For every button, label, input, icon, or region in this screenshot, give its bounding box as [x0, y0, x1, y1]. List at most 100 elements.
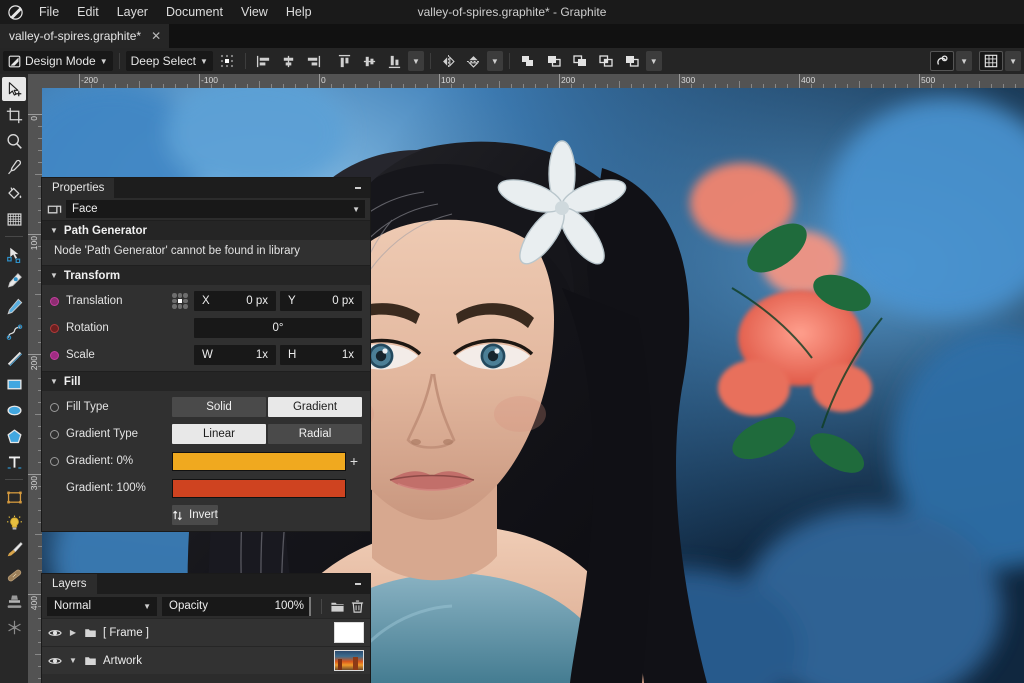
parameter-dot-icon[interactable]	[50, 323, 59, 333]
gradient-tool[interactable]	[2, 207, 26, 231]
menu-item-view[interactable]: View	[232, 0, 277, 24]
align-left-button[interactable]	[252, 51, 275, 71]
document-tab[interactable]: valley-of-spires.graphite* ✕	[0, 24, 170, 48]
spline-tool[interactable]	[2, 320, 26, 344]
heal-tool[interactable]	[2, 563, 26, 587]
parameter-dot-icon[interactable]	[50, 402, 59, 412]
imaginate-tool[interactable]	[2, 511, 26, 535]
menu-item-edit[interactable]: Edit	[68, 0, 108, 24]
flip-horizontal-button[interactable]	[437, 51, 460, 71]
align-middle-vertical-button[interactable]	[358, 51, 381, 71]
text-tool[interactable]	[2, 450, 26, 474]
fill-tool[interactable]	[2, 181, 26, 205]
polygon-tool[interactable]	[2, 424, 26, 448]
boolean-options-button[interactable]: ▼	[645, 51, 662, 71]
kebab-menu-icon[interactable]	[350, 178, 366, 198]
align-options-button[interactable]: ▼	[407, 51, 424, 71]
boolean-intersect-button[interactable]	[594, 51, 618, 71]
delete-layer-button[interactable]	[350, 599, 365, 614]
grid-button[interactable]	[979, 51, 1004, 71]
boolean-difference-button[interactable]	[620, 51, 644, 71]
align-bottom-button[interactable]	[383, 51, 406, 71]
pivot-anchor-button[interactable]	[215, 51, 239, 71]
ruler-vertical[interactable]: 0100200300400500	[28, 88, 42, 683]
fill-type-row: Fill Type Solid Gradient	[50, 396, 362, 418]
clone-tool[interactable]	[2, 589, 26, 613]
navigate-tool[interactable]	[2, 129, 26, 153]
trash-icon	[351, 599, 364, 613]
translation-y-field[interactable]: Y 0 px	[280, 291, 362, 311]
snapping-button[interactable]	[930, 51, 955, 71]
section-header-transform[interactable]: ▼ Transform	[42, 265, 370, 285]
rotation-field[interactable]: 0°	[194, 318, 362, 338]
translation-x-field[interactable]: X 0 px	[194, 291, 276, 311]
menu-item-document[interactable]: Document	[157, 0, 232, 24]
gradient-stop-1-swatch[interactable]	[172, 478, 346, 498]
parameter-dot-icon[interactable]	[50, 296, 59, 306]
parameter-dot-icon[interactable]	[50, 429, 59, 439]
opacity-field[interactable]: Opacity 100%	[162, 596, 311, 616]
section-header-fill[interactable]: ▼ Fill	[42, 371, 370, 391]
path-tool[interactable]	[2, 242, 26, 266]
flip-options-button[interactable]: ▼	[486, 51, 503, 71]
freehand-tool[interactable]	[2, 294, 26, 318]
tab-layers[interactable]: Layers	[42, 574, 97, 594]
parameter-dot-icon[interactable]	[50, 456, 59, 466]
invert-gradient-button[interactable]: Invert	[172, 505, 218, 525]
grid-options-button[interactable]: ▼	[1005, 51, 1021, 71]
ruler-horizontal[interactable]: -200-1000100200300400500600700800900	[28, 74, 1024, 88]
boolean-subtract-front-button[interactable]	[542, 51, 566, 71]
eye-icon[interactable]	[48, 654, 62, 668]
design-mode-button[interactable]: Design Mode ▼	[3, 51, 113, 71]
menu-item-help[interactable]: Help	[277, 0, 321, 24]
scale-w-field[interactable]: W 1x	[194, 345, 276, 365]
artboard-tool[interactable]	[2, 103, 26, 127]
align-center-horizontal-button[interactable]	[277, 51, 300, 71]
gradient-stop-0-swatch[interactable]	[172, 451, 346, 471]
plus-icon[interactable]: +	[346, 453, 362, 469]
pen-tool[interactable]	[2, 268, 26, 292]
ellipse-tool[interactable]	[2, 398, 26, 422]
table-row[interactable]: ▼ Artwork	[42, 646, 370, 674]
frame-tool[interactable]	[2, 485, 26, 509]
chevron-down-icon: ▼	[411, 56, 420, 66]
tab-properties[interactable]: Properties	[42, 178, 115, 198]
fill-type-gradient-button[interactable]: Gradient	[268, 397, 362, 417]
close-icon[interactable]: ✕	[151, 30, 161, 42]
menu-item-layer[interactable]: Layer	[108, 0, 157, 24]
section-header-path-generator[interactable]: ▼ Path Generator	[42, 220, 370, 240]
document-tab-bar: valley-of-spires.graphite* ✕	[0, 24, 1024, 48]
table-row[interactable]: ▶ [ Frame ]	[42, 618, 370, 646]
gradient-type-linear-button[interactable]: Linear	[172, 424, 266, 444]
snapping-options-button[interactable]: ▼	[956, 51, 973, 71]
align-right-button[interactable]	[302, 51, 325, 71]
chevron-down-icon: ▼	[50, 271, 58, 280]
section-body-fill: Fill Type Solid Gradient Gradient Type L…	[42, 391, 370, 531]
boolean-union-button[interactable]	[516, 51, 540, 71]
deep-select-button[interactable]: Deep Select ▼	[125, 51, 213, 71]
boolean-subtract-back-button[interactable]	[568, 51, 592, 71]
node-name-dropdown[interactable]: Face ▼	[66, 200, 365, 218]
eye-icon[interactable]	[48, 626, 62, 640]
toolbar-divider	[429, 53, 431, 69]
line-tool[interactable]	[2, 346, 26, 370]
fill-type-solid-button[interactable]: Solid	[172, 397, 266, 417]
flip-vertical-button[interactable]	[462, 51, 485, 71]
parameter-dot-icon[interactable]	[50, 350, 59, 360]
kebab-menu-icon[interactable]	[350, 574, 366, 594]
menu-item-file[interactable]: File	[30, 0, 68, 24]
rectangle-tool[interactable]	[2, 372, 26, 396]
transform-anchor-icon[interactable]	[172, 293, 188, 309]
gradient-type-radial-button[interactable]: Radial	[268, 424, 362, 444]
graphite-logo-icon[interactable]	[0, 0, 30, 24]
eyedropper-tool[interactable]	[2, 155, 26, 179]
scale-h-field[interactable]: H 1x	[280, 345, 362, 365]
align-top-button[interactable]	[333, 51, 356, 71]
select-tool[interactable]	[2, 77, 26, 101]
triangle-right-icon[interactable]: ▶	[68, 628, 78, 637]
triangle-down-icon[interactable]: ▼	[68, 656, 78, 665]
new-folder-button[interactable]	[330, 599, 345, 614]
brush-tool[interactable]	[2, 537, 26, 561]
blend-mode-dropdown[interactable]: Normal ▼	[47, 596, 157, 616]
detail-tool[interactable]	[2, 615, 26, 639]
